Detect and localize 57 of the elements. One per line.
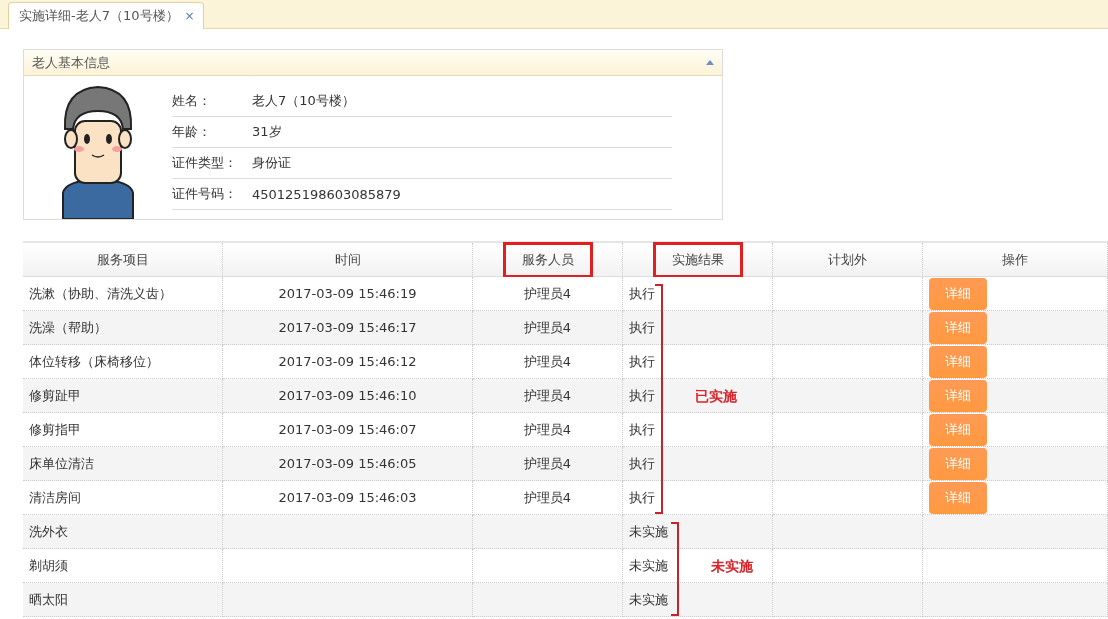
field-value: 31岁 [252, 123, 282, 141]
result-cell: 执行 [623, 345, 773, 379]
staff-cell: 护理员4 [473, 345, 623, 379]
field-label: 年龄： [172, 123, 212, 141]
service-item-cell: 剃胡须 [23, 549, 223, 583]
service-item-cell: 洗澡（帮助） [23, 311, 223, 345]
detail-button[interactable]: 详细 [929, 379, 987, 412]
staff-cell: 护理员4 [473, 413, 623, 447]
result-cell: 执行 [623, 481, 773, 515]
service-item-cell: 体位转移（床椅移位） [23, 345, 223, 379]
time-cell: 2017-03-09 15:46:07 [223, 413, 473, 447]
staff-cell: 护理员4 [473, 379, 623, 413]
time-cell: 2017-03-09 15:46:17 [223, 311, 473, 345]
close-icon[interactable]: × [184, 9, 195, 23]
result-cell: 未实施 [623, 515, 773, 549]
service-item-cell: 修剪趾甲 [23, 379, 223, 413]
staff-cell: 护理员4 [473, 311, 623, 345]
detail-button[interactable]: 详细 [929, 413, 987, 446]
service-item-cell: 晒太阳 [23, 583, 223, 617]
result-cell: 执行 [623, 311, 773, 345]
header-label: 计划外 [828, 250, 867, 269]
time-cell: 2017-03-09 15:46:05 [223, 447, 473, 481]
time-cell: 2017-03-09 15:46:03 [223, 481, 473, 515]
collapse-icon[interactable] [706, 60, 714, 65]
detail-button[interactable]: 详细 [929, 447, 987, 480]
detail-button[interactable]: 详细 [929, 481, 987, 514]
time-cell: 2017-03-09 15:46:19 [223, 277, 473, 311]
result-cell: 执行 [623, 413, 773, 447]
result-cell: 执行 [623, 277, 773, 311]
field-label: 证件类型： [172, 154, 238, 172]
header-label: 时间 [334, 250, 361, 269]
panel-title: 老人基本信息 [32, 53, 110, 72]
field-label: 姓名： [172, 92, 212, 110]
annotation-label: 已实施 [695, 388, 737, 406]
service-item-cell: 清洁房间 [23, 481, 223, 515]
service-item-cell: 床单位清洁 [23, 447, 223, 481]
detail-button[interactable]: 详细 [929, 311, 987, 344]
annotation-label: 未实施 [711, 558, 753, 576]
detail-button[interactable]: 详细 [929, 277, 987, 310]
staff-cell: 护理员4 [473, 481, 623, 515]
detail-button[interactable]: 详细 [929, 345, 987, 378]
page-tab[interactable]: 实施详细-老人7（10号楼） × [8, 2, 204, 29]
staff-cell: 护理员4 [473, 447, 623, 481]
result-cell: 执行 [623, 447, 773, 481]
service-item-cell: 洗漱（协助、清洗义齿） [23, 277, 223, 311]
header-label: 服务项目 [96, 250, 149, 269]
header-label: 操作 [1002, 250, 1028, 269]
field-value: 身份证 [252, 154, 291, 172]
field-value: 450125198603085879 [252, 186, 401, 202]
time-cell: 2017-03-09 15:46:10 [223, 379, 473, 413]
service-item-cell: 洗外衣 [23, 515, 223, 549]
service-item-cell: 修剪指甲 [23, 413, 223, 447]
field-label: 证件号码： [172, 185, 238, 203]
field-value: 老人7（10号楼） [252, 92, 355, 110]
result-cell: 未实施 [623, 583, 773, 617]
staff-cell: 护理员4 [473, 277, 623, 311]
time-cell: 2017-03-09 15:46:12 [223, 345, 473, 379]
